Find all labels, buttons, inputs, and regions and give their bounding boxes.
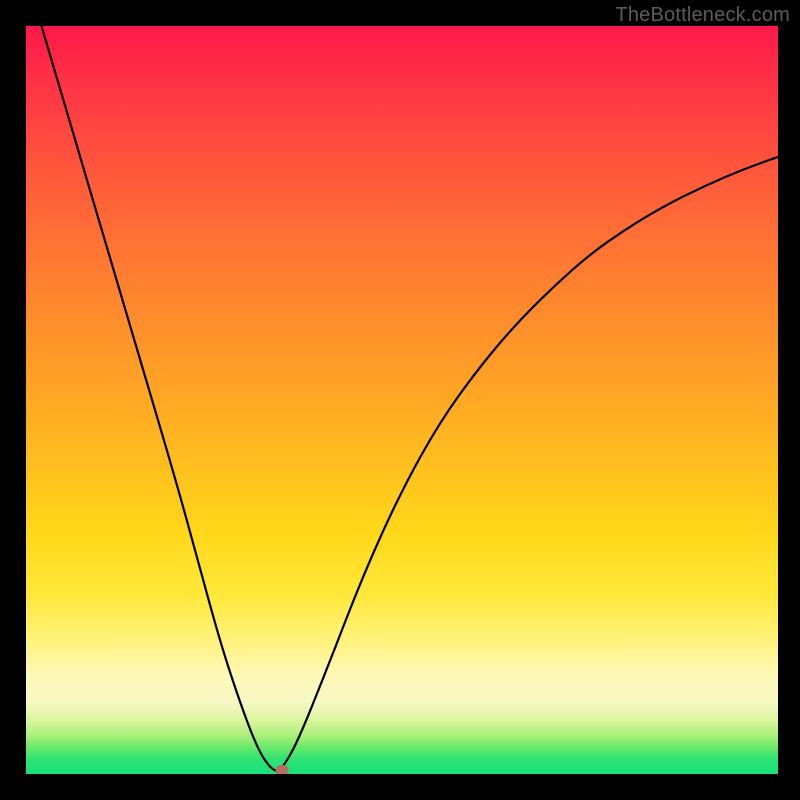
watermark-text: TheBottleneck.com bbox=[615, 4, 790, 27]
optimal-point-marker bbox=[275, 765, 288, 774]
chart-frame: TheBottleneck.com bbox=[0, 0, 800, 800]
plot-area bbox=[26, 26, 778, 774]
bottleneck-curve bbox=[26, 26, 778, 774]
